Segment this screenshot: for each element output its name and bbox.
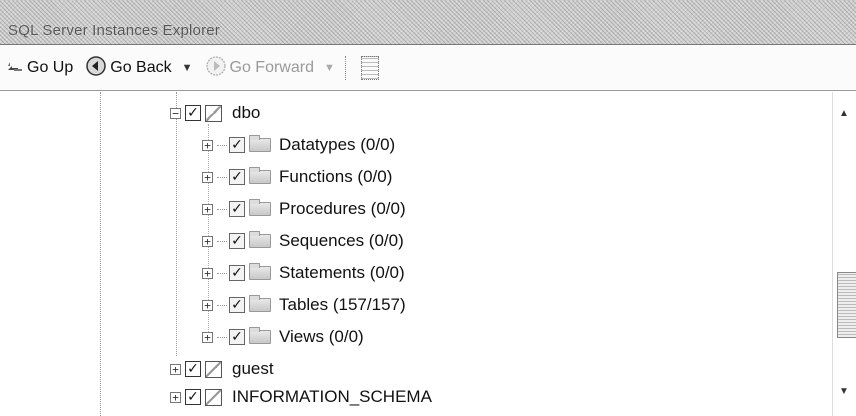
tree-node-tables[interactable]: + ✓ Tables (157/157)	[202, 292, 406, 318]
folder-icon	[249, 231, 271, 248]
tree-node-statements[interactable]: + ✓ Statements (0/0)	[202, 260, 405, 286]
folder-up-icon	[6, 58, 24, 79]
scroll-up-arrow[interactable]: ▲	[839, 108, 849, 119]
tree-node-label: Datatypes (0/0)	[279, 135, 396, 154]
tree-node-label: dbo	[232, 103, 261, 122]
tree-node-information-schema[interactable]: + ✓ INFORMATION_SCHEMA	[170, 384, 432, 410]
go-up-label: Go Up	[27, 59, 74, 76]
expand-toggle[interactable]: +	[202, 203, 213, 215]
expand-toggle[interactable]: +	[202, 331, 213, 343]
document-icon[interactable]	[360, 56, 379, 80]
folder-icon	[249, 167, 271, 184]
folder-icon	[249, 135, 271, 152]
tree-guide-line	[176, 92, 177, 356]
checkbox[interactable]: ✓	[229, 233, 245, 249]
expand-toggle[interactable]: +	[170, 391, 181, 403]
checkbox[interactable]: ✓	[229, 329, 245, 345]
tree-node-sequences[interactable]: + ✓ Sequences (0/0)	[202, 228, 404, 254]
forward-arrow-icon	[205, 55, 227, 82]
tree-node-label: Statements (0/0)	[279, 263, 405, 282]
tree-node-procedures[interactable]: + ✓ Procedures (0/0)	[202, 196, 406, 222]
schema-icon	[205, 388, 222, 406]
title-bar: SQL Server Instances Explorer	[0, 0, 856, 45]
scroll-down-arrow[interactable]: ▼	[839, 386, 849, 397]
tree-node-label: guest	[232, 359, 274, 378]
folder-icon	[249, 199, 271, 216]
tree-node-label: Views (0/0)	[279, 327, 364, 346]
tree-node-guest[interactable]: + ✓ guest	[170, 356, 274, 382]
back-arrow-icon	[85, 55, 107, 82]
tree-node-label: INFORMATION_SCHEMA	[232, 387, 432, 406]
scrollbar-thumb[interactable]	[837, 272, 856, 338]
schema-icon	[205, 360, 222, 378]
expand-toggle[interactable]: +	[202, 299, 213, 311]
toolbar: Go Up Go Back ▼ Go Forward ▼	[0, 46, 856, 91]
tree-node-dbo[interactable]: − ✓ dbo	[170, 100, 260, 126]
expand-toggle[interactable]: +	[202, 139, 213, 151]
toolbar-separator	[344, 56, 347, 80]
collapse-toggle[interactable]: −	[170, 107, 181, 119]
tree-node-label: Sequences (0/0)	[279, 231, 404, 250]
vertical-scrollbar[interactable]: ▲ ▼	[832, 92, 856, 416]
tree-node-views[interactable]: + ✓ Views (0/0)	[202, 324, 364, 350]
folder-icon	[249, 327, 271, 344]
expand-toggle[interactable]: +	[202, 171, 213, 183]
checkbox[interactable]: ✓	[229, 265, 245, 281]
expand-toggle[interactable]: +	[202, 267, 213, 279]
checkbox[interactable]: ✓	[185, 105, 201, 121]
tree-node-label: Procedures (0/0)	[279, 199, 406, 218]
go-forward-dropdown-arrow[interactable]: ▼	[324, 62, 335, 74]
go-forward-label: Go Forward	[229, 59, 314, 76]
go-up-button[interactable]: Go Up	[6, 58, 73, 79]
checkbox[interactable]: ✓	[229, 297, 245, 313]
folder-icon	[249, 263, 271, 280]
checkbox[interactable]: ✓	[185, 389, 201, 405]
go-forward-button[interactable]: Go Forward ▼	[205, 55, 335, 82]
checkbox[interactable]: ✓	[185, 361, 201, 377]
expand-toggle[interactable]: +	[170, 363, 181, 375]
tree-guide-line	[100, 92, 101, 416]
tree-node-label: Functions (0/0)	[279, 167, 393, 186]
schema-tree: − ✓ dbo + ✓ Datatypes (0/0) + ✓ Function…	[0, 92, 832, 416]
go-back-label: Go Back	[110, 59, 172, 76]
go-back-dropdown-arrow[interactable]: ▼	[182, 62, 193, 74]
expand-toggle[interactable]: +	[202, 235, 213, 247]
checkbox[interactable]: ✓	[229, 169, 245, 185]
checkbox[interactable]: ✓	[229, 137, 245, 153]
tree-node-datatypes[interactable]: + ✓ Datatypes (0/0)	[202, 132, 395, 158]
checkbox[interactable]: ✓	[229, 201, 245, 217]
go-back-button[interactable]: Go Back ▼	[85, 55, 193, 82]
schema-icon	[205, 104, 222, 122]
tree-node-label: Tables (157/157)	[279, 295, 406, 314]
folder-icon	[249, 295, 271, 312]
window-title: SQL Server Instances Explorer	[8, 22, 220, 39]
tree-node-functions[interactable]: + ✓ Functions (0/0)	[202, 164, 392, 190]
